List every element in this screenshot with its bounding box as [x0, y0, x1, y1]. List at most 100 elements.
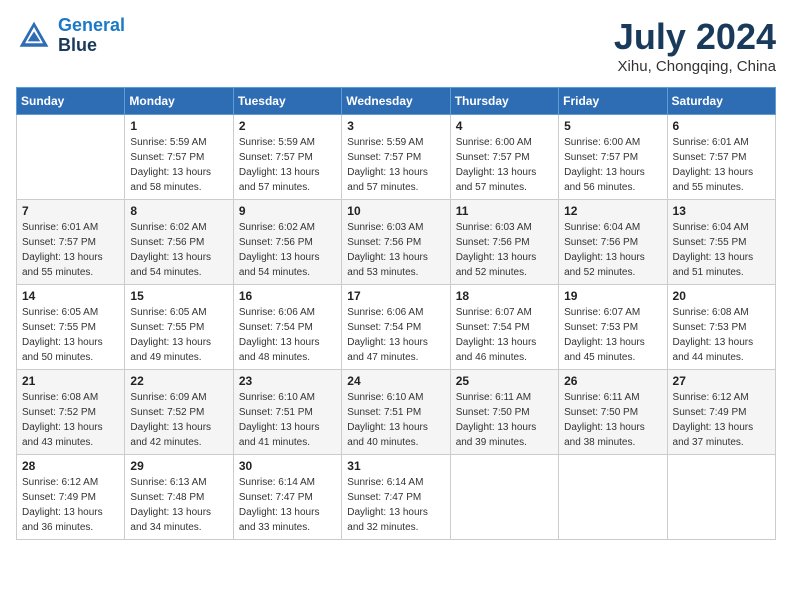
day-info: Sunrise: 6:13 AMSunset: 7:48 PMDaylight:…	[130, 475, 227, 535]
calendar-cell: 17Sunrise: 6:06 AMSunset: 7:54 PMDayligh…	[342, 285, 450, 370]
title-block: July 2024 Xihu, Chongqing, China	[614, 16, 776, 75]
day-info: Sunrise: 6:08 AMSunset: 7:52 PMDaylight:…	[22, 390, 119, 450]
day-info: Sunrise: 6:02 AMSunset: 7:56 PMDaylight:…	[239, 220, 336, 280]
logo-icon	[16, 18, 52, 54]
calendar-cell: 5 Sunrise: 6:00 AMSunset: 7:57 PMDaylight…	[559, 115, 667, 200]
day-number: 19	[564, 289, 661, 303]
weekday-header: Saturday	[667, 88, 775, 115]
calendar-cell: 1 Sunrise: 5:59 AMSunset: 7:57 PMDaylight…	[125, 115, 233, 200]
day-number: 25	[456, 374, 553, 388]
calendar-week-row: 21 Sunrise: 6:08 AMSunset: 7:52 PMDayligh…	[17, 370, 776, 455]
day-info: Sunrise: 6:12 AMSunset: 7:49 PMDaylight:…	[22, 475, 119, 535]
calendar-cell: 7 Sunrise: 6:01 AMSunset: 7:57 PMDaylight…	[17, 200, 125, 285]
calendar-cell: 30 Sunrise: 6:14 AMSunset: 7:47 PMDayligh…	[233, 455, 341, 540]
calendar-cell: 25 Sunrise: 6:11 AMSunset: 7:50 PMDayligh…	[450, 370, 558, 455]
month-title: July 2024	[614, 16, 776, 58]
calendar-cell: 27 Sunrise: 6:12 AMSunset: 7:49 PMDayligh…	[667, 370, 775, 455]
calendar-cell: 20 Sunrise: 6:08 AMSunset: 7:53 PMDayligh…	[667, 285, 775, 370]
calendar-cell: 26 Sunrise: 6:11 AMSunset: 7:50 PMDayligh…	[559, 370, 667, 455]
day-number: 30	[239, 459, 336, 473]
day-info: Sunrise: 6:09 AMSunset: 7:52 PMDaylight:…	[130, 390, 227, 450]
calendar-week-row: 7 Sunrise: 6:01 AMSunset: 7:57 PMDaylight…	[17, 200, 776, 285]
day-number: 22	[130, 374, 227, 388]
calendar-cell	[17, 115, 125, 200]
calendar-cell: 10Sunrise: 6:03 AMSunset: 7:56 PMDayligh…	[342, 200, 450, 285]
day-info: Sunrise: 6:01 AMSunset: 7:57 PMDaylight:…	[22, 220, 119, 280]
day-number: 11	[456, 204, 553, 218]
calendar-week-row: 1 Sunrise: 5:59 AMSunset: 7:57 PMDaylight…	[17, 115, 776, 200]
day-number: 20	[673, 289, 770, 303]
day-info: Sunrise: 6:07 AMSunset: 7:54 PMDaylight:…	[456, 305, 553, 365]
day-number: 5	[564, 119, 661, 133]
day-number: 16	[239, 289, 336, 303]
day-number: 13	[673, 204, 770, 218]
location: Xihu, Chongqing, China	[614, 58, 776, 75]
weekday-header: Sunday	[17, 88, 125, 115]
calendar-cell: 29 Sunrise: 6:13 AMSunset: 7:48 PMDayligh…	[125, 455, 233, 540]
day-info: Sunrise: 6:03 AMSunset: 7:56 PMDaylight:…	[456, 220, 553, 280]
calendar-cell: 18Sunrise: 6:07 AMSunset: 7:54 PMDayligh…	[450, 285, 558, 370]
day-info: Sunrise: 6:08 AMSunset: 7:53 PMDaylight:…	[673, 305, 770, 365]
day-info: Sunrise: 6:10 AMSunset: 7:51 PMDaylight:…	[239, 390, 336, 450]
weekday-header: Friday	[559, 88, 667, 115]
calendar-cell: 13 Sunrise: 6:04 AMSunset: 7:55 PMDayligh…	[667, 200, 775, 285]
calendar-cell: 8 Sunrise: 6:02 AMSunset: 7:56 PMDaylight…	[125, 200, 233, 285]
day-info: Sunrise: 6:14 AMSunset: 7:47 PMDaylight:…	[347, 475, 444, 535]
day-number: 26	[564, 374, 661, 388]
weekday-header: Thursday	[450, 88, 558, 115]
day-number: 7	[22, 204, 119, 218]
day-number: 21	[22, 374, 119, 388]
calendar-cell: 3Sunrise: 5:59 AMSunset: 7:57 PMDaylight…	[342, 115, 450, 200]
calendar-week-row: 28 Sunrise: 6:12 AMSunset: 7:49 PMDayligh…	[17, 455, 776, 540]
day-number: 1	[130, 119, 227, 133]
day-number: 28	[22, 459, 119, 473]
day-number: 14	[22, 289, 119, 303]
day-info: Sunrise: 6:07 AMSunset: 7:53 PMDaylight:…	[564, 305, 661, 365]
calendar-cell: 21 Sunrise: 6:08 AMSunset: 7:52 PMDayligh…	[17, 370, 125, 455]
day-info: Sunrise: 5:59 AMSunset: 7:57 PMDaylight:…	[347, 135, 444, 195]
weekday-header: Wednesday	[342, 88, 450, 115]
calendar-table: SundayMondayTuesdayWednesdayThursdayFrid…	[16, 87, 776, 540]
calendar-cell: 31 Sunrise: 6:14 AMSunset: 7:47 PMDayligh…	[342, 455, 450, 540]
day-info: Sunrise: 5:59 AMSunset: 7:57 PMDaylight:…	[130, 135, 227, 195]
day-info: Sunrise: 6:04 AMSunset: 7:55 PMDaylight:…	[673, 220, 770, 280]
day-number: 29	[130, 459, 227, 473]
day-info: Sunrise: 6:11 AMSunset: 7:50 PMDaylight:…	[564, 390, 661, 450]
day-number: 31	[347, 459, 444, 473]
day-info: Sunrise: 6:00 AMSunset: 7:57 PMDaylight:…	[456, 135, 553, 195]
calendar-cell: 2 Sunrise: 5:59 AMSunset: 7:57 PMDaylight…	[233, 115, 341, 200]
day-number: 15	[130, 289, 227, 303]
calendar-cell: 23 Sunrise: 6:10 AMSunset: 7:51 PMDayligh…	[233, 370, 341, 455]
day-info: Sunrise: 6:06 AMSunset: 7:54 PMDaylight:…	[347, 305, 444, 365]
day-info: Sunrise: 6:00 AMSunset: 7:57 PMDaylight:…	[564, 135, 661, 195]
day-number: 10	[347, 204, 444, 218]
day-info: Sunrise: 6:02 AMSunset: 7:56 PMDaylight:…	[130, 220, 227, 280]
calendar-cell: 15 Sunrise: 6:05 AMSunset: 7:55 PMDayligh…	[125, 285, 233, 370]
day-number: 4	[456, 119, 553, 133]
day-info: Sunrise: 6:12 AMSunset: 7:49 PMDaylight:…	[673, 390, 770, 450]
calendar-cell: 4 Sunrise: 6:00 AMSunset: 7:57 PMDaylight…	[450, 115, 558, 200]
day-info: Sunrise: 6:14 AMSunset: 7:47 PMDaylight:…	[239, 475, 336, 535]
calendar-cell: 19 Sunrise: 6:07 AMSunset: 7:53 PMDayligh…	[559, 285, 667, 370]
day-info: Sunrise: 6:01 AMSunset: 7:57 PMDaylight:…	[673, 135, 770, 195]
weekday-header: Tuesday	[233, 88, 341, 115]
day-info: Sunrise: 6:05 AMSunset: 7:55 PMDaylight:…	[22, 305, 119, 365]
day-info: Sunrise: 6:05 AMSunset: 7:55 PMDaylight:…	[130, 305, 227, 365]
weekday-header: Monday	[125, 88, 233, 115]
calendar-cell	[667, 455, 775, 540]
calendar-cell: 22 Sunrise: 6:09 AMSunset: 7:52 PMDayligh…	[125, 370, 233, 455]
logo: General Blue	[16, 16, 125, 56]
calendar-cell: 24Sunrise: 6:10 AMSunset: 7:51 PMDayligh…	[342, 370, 450, 455]
day-number: 27	[673, 374, 770, 388]
day-info: Sunrise: 6:04 AMSunset: 7:56 PMDaylight:…	[564, 220, 661, 280]
day-info: Sunrise: 5:59 AMSunset: 7:57 PMDaylight:…	[239, 135, 336, 195]
day-info: Sunrise: 6:11 AMSunset: 7:50 PMDaylight:…	[456, 390, 553, 450]
day-number: 23	[239, 374, 336, 388]
calendar-cell: 9Sunrise: 6:02 AMSunset: 7:56 PMDaylight…	[233, 200, 341, 285]
day-number: 8	[130, 204, 227, 218]
day-number: 2	[239, 119, 336, 133]
calendar-header-row: SundayMondayTuesdayWednesdayThursdayFrid…	[17, 88, 776, 115]
calendar-cell: 28 Sunrise: 6:12 AMSunset: 7:49 PMDayligh…	[17, 455, 125, 540]
day-info: Sunrise: 6:06 AMSunset: 7:54 PMDaylight:…	[239, 305, 336, 365]
calendar-body: 1 Sunrise: 5:59 AMSunset: 7:57 PMDaylight…	[17, 115, 776, 540]
